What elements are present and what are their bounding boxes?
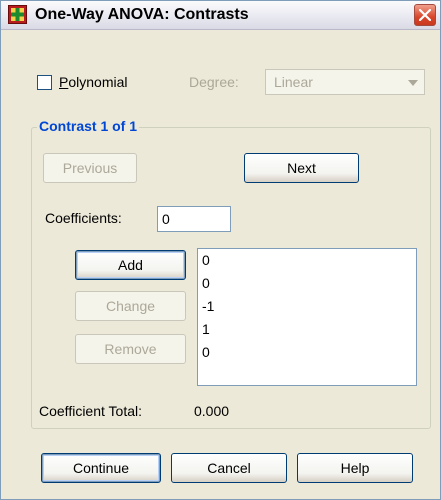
- remove-button[interactable]: Remove: [75, 334, 186, 364]
- close-icon: [419, 9, 431, 21]
- degree-dropdown[interactable]: Linear: [265, 69, 425, 95]
- chevron-down-icon: [408, 80, 418, 86]
- next-button[interactable]: Next: [244, 153, 359, 183]
- list-item[interactable]: 0: [198, 249, 416, 272]
- spss-app-icon: [8, 5, 27, 24]
- degree-label: Degree:: [189, 74, 239, 90]
- list-item[interactable]: 0: [198, 341, 416, 364]
- contrasts-dialog: One-Way ANOVA: Contrasts Polynomial Degr…: [0, 0, 441, 500]
- polynomial-label-mnemonic: P: [59, 74, 69, 90]
- list-item[interactable]: -1: [198, 295, 416, 318]
- polynomial-label: Polynomial: [59, 74, 127, 90]
- contrast-group-title: Contrast 1 of 1: [37, 118, 140, 134]
- degree-value: Linear: [274, 74, 313, 90]
- coefficients-input[interactable]: 0: [157, 206, 231, 232]
- add-button[interactable]: Add: [75, 250, 186, 280]
- polynomial-label-text: olynomial: [68, 74, 128, 90]
- cancel-button[interactable]: Cancel: [171, 453, 287, 483]
- list-item[interactable]: 1: [198, 318, 416, 341]
- coefficients-label: Coefficients:: [45, 210, 122, 226]
- previous-button[interactable]: Previous: [43, 153, 137, 183]
- change-button[interactable]: Change: [75, 291, 186, 321]
- coefficient-total-value: 0.000: [194, 403, 230, 419]
- list-item[interactable]: 0: [198, 272, 416, 295]
- dialog-title: One-Way ANOVA: Contrasts: [35, 6, 249, 23]
- close-button[interactable]: [414, 4, 436, 26]
- help-button[interactable]: Help: [297, 453, 413, 483]
- polynomial-checkbox[interactable]: [37, 75, 52, 90]
- continue-button[interactable]: Continue: [41, 453, 161, 483]
- title-bar[interactable]: One-Way ANOVA: Contrasts: [1, 1, 440, 30]
- coefficients-listbox[interactable]: 0 0 -1 1 0: [197, 248, 417, 386]
- coefficient-total-label: Coefficient Total:: [39, 403, 142, 419]
